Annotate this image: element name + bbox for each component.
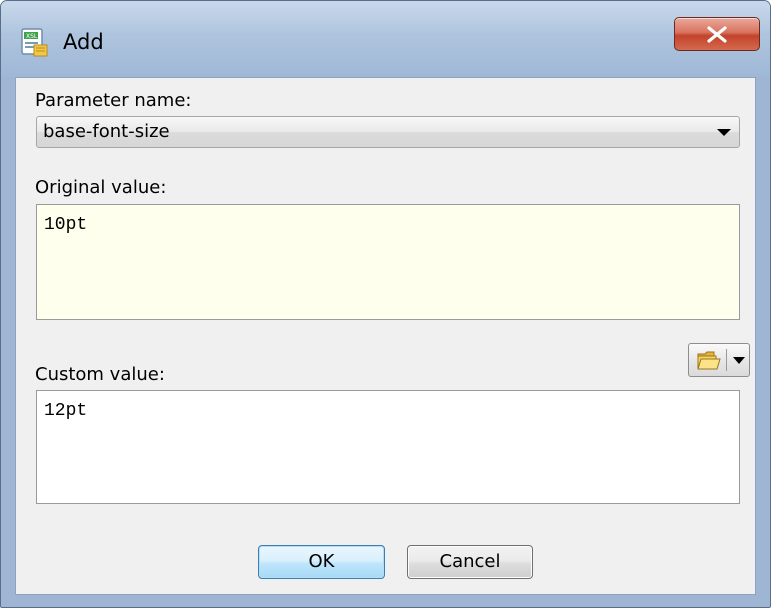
split-divider	[726, 349, 727, 371]
browse-split-button[interactable]	[688, 343, 750, 377]
svg-text:XSL: XSL	[26, 33, 38, 40]
ok-button[interactable]: OK	[258, 545, 385, 579]
close-icon	[707, 26, 727, 43]
folder-icon	[697, 351, 721, 370]
parameter-name-value: base-font-size	[43, 121, 170, 142]
cancel-button[interactable]: Cancel	[407, 545, 533, 579]
original-value-field[interactable]: 10pt	[36, 204, 740, 320]
close-button[interactable]	[674, 17, 760, 51]
chevron-down-icon[interactable]	[733, 357, 745, 364]
original-value-label: Original value:	[35, 177, 167, 198]
parameter-name-label: Parameter name:	[35, 90, 192, 111]
chevron-down-icon[interactable]	[717, 129, 731, 136]
custom-value-label: Custom value:	[35, 364, 165, 385]
title-bar[interactable]: XSL Add	[1, 1, 770, 77]
add-dialog: XSL Add Parameter name: base-font-size O…	[0, 0, 771, 608]
parameter-name-dropdown[interactable]: base-font-size	[36, 116, 740, 148]
xml-parameter-icon: XSL	[21, 28, 48, 57]
window-title: Add	[63, 30, 104, 54]
dialog-body: Parameter name: base-font-size Original …	[15, 77, 756, 595]
custom-value-field[interactable]: 12pt	[36, 390, 740, 504]
